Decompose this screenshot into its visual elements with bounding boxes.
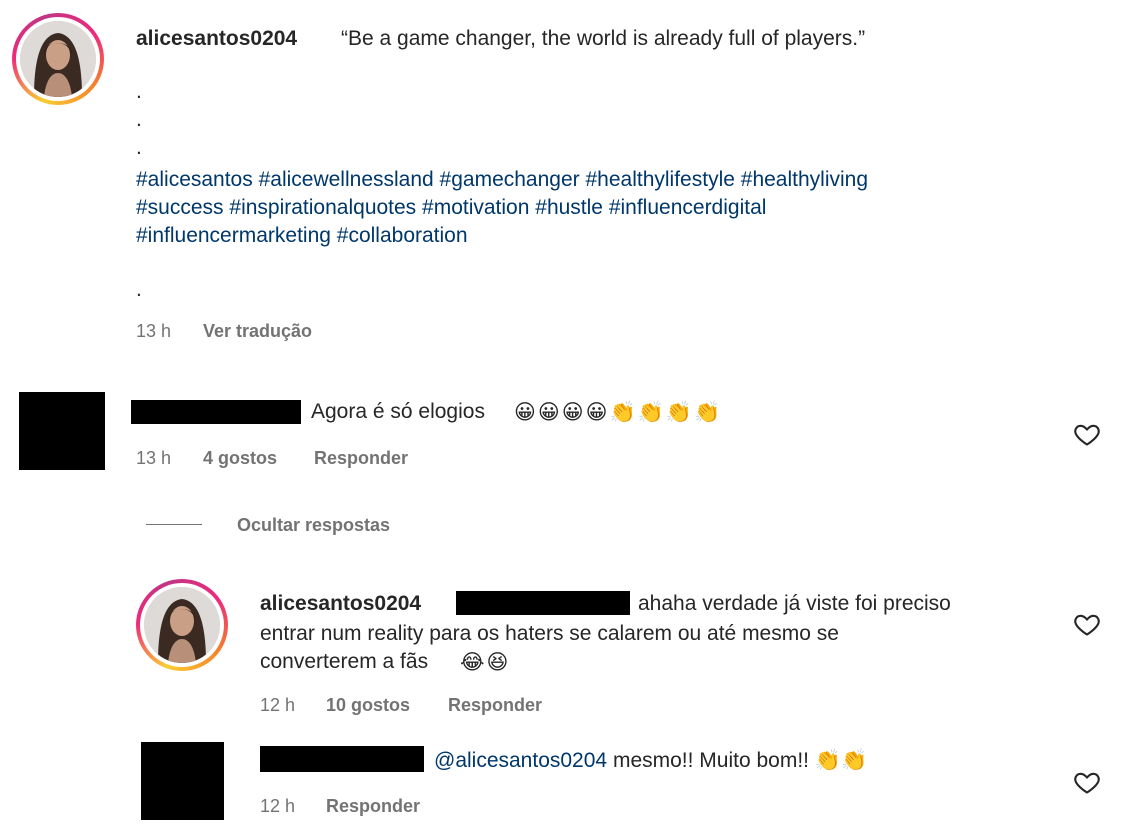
hashtag-link[interactable]: #success — [136, 196, 224, 219]
reply-text: @alicesantos0204 mesmo!! Muito bom!! 👏👏 — [434, 746, 867, 775]
reply-emojis: 😂😆 — [460, 650, 511, 674]
hashtag-link[interactable]: #influencermarketing — [136, 224, 331, 247]
redacted-username[interactable] — [131, 400, 301, 424]
reply-time[interactable]: 12 h — [260, 796, 295, 817]
post-author-avatar[interactable] — [12, 13, 104, 105]
reply-likes-count[interactable]: 10 gostos — [326, 695, 410, 716]
heart-icon[interactable] — [1073, 768, 1101, 796]
reply-button[interactable]: Responder — [314, 448, 408, 469]
reply-text: converterem a fãs — [260, 650, 429, 673]
mention-link[interactable]: @alicesantos0204 — [434, 749, 607, 772]
hashtags-line: #success #inspirationalquotes #motivatio… — [136, 194, 766, 222]
heart-icon[interactable] — [1073, 610, 1101, 638]
hide-replies-button[interactable]: Ocultar respostas — [237, 515, 390, 536]
hashtag-link[interactable]: #collaboration — [337, 224, 468, 247]
redacted-avatar[interactable] — [141, 742, 224, 820]
hashtag-link[interactable]: #healthylifestyle — [586, 168, 735, 191]
reply-username[interactable]: alicesantos0204 — [260, 592, 421, 616]
divider-line — [146, 524, 202, 525]
reply-text-body: mesmo!! Muito bom!! — [612, 749, 810, 772]
caption-dot: . — [136, 136, 142, 159]
hashtag-link[interactable]: #gamechanger — [440, 168, 580, 191]
hashtag-link[interactable]: #hustle — [535, 196, 603, 219]
post-username[interactable]: alicesantos0204 — [136, 27, 297, 51]
heart-icon[interactable] — [1073, 420, 1101, 448]
post-caption: “Be a game changer, the world is already… — [341, 27, 866, 50]
reply-time[interactable]: 12 h — [260, 695, 295, 716]
reply-text: entrar num reality para os haters se cal… — [260, 622, 839, 645]
comment-time[interactable]: 13 h — [136, 448, 171, 469]
post-time[interactable]: 13 h — [136, 321, 171, 342]
caption-dot: . — [136, 278, 142, 301]
hashtag-link[interactable]: #alicesantos — [136, 168, 253, 191]
hashtag-link[interactable]: #influencerdigital — [609, 196, 767, 219]
comment-text: Agora é só elogios — [311, 400, 485, 423]
reply-button[interactable]: Responder — [448, 695, 542, 716]
hashtags-line: #alicesantos #alicewellnessland #gamecha… — [136, 166, 868, 194]
reply-button[interactable]: Responder — [326, 796, 420, 817]
avatar-photo — [144, 587, 220, 663]
avatar-photo — [20, 21, 96, 97]
hashtag-link[interactable]: #alicewellnessland — [259, 168, 434, 191]
caption-dot: . — [136, 80, 142, 103]
comment-emojis: 😀😀😀😀👏👏👏👏 — [514, 400, 723, 424]
reply-text: ahaha verdade já viste foi preciso — [638, 592, 951, 615]
reply-author-avatar[interactable] — [136, 579, 228, 671]
redacted-mention[interactable] — [456, 591, 630, 615]
hashtag-link[interactable]: #inspirationalquotes — [229, 196, 416, 219]
caption-dot: . — [136, 108, 142, 131]
comment-likes-count[interactable]: 4 gostos — [203, 448, 277, 469]
hashtag-link[interactable]: #healthyliving — [741, 168, 868, 191]
hashtag-link[interactable]: #motivation — [422, 196, 529, 219]
redacted-username[interactable] — [260, 746, 424, 772]
hashtags-line: #influencermarketing #collaboration — [136, 222, 468, 250]
see-translation-button[interactable]: Ver tradução — [203, 321, 312, 342]
reply-emojis: 👏👏 — [814, 748, 868, 772]
redacted-avatar[interactable] — [19, 392, 105, 470]
